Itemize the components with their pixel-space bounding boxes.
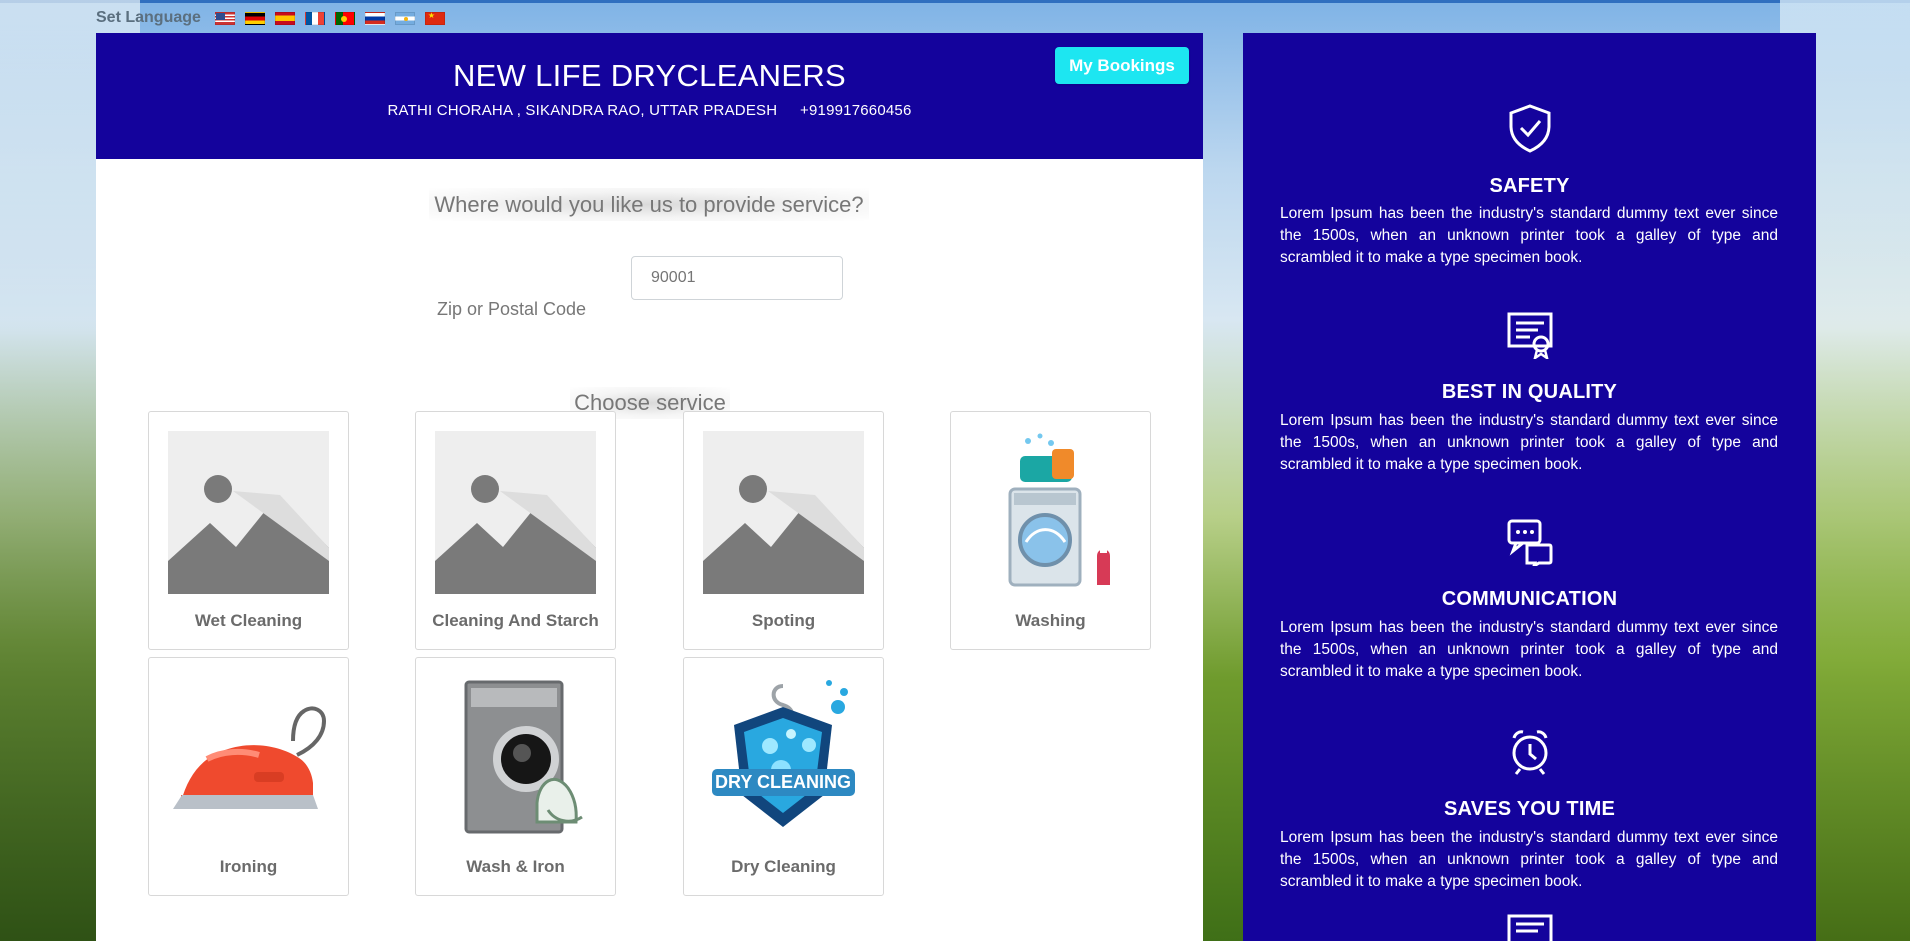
- image-placeholder-icon: [703, 431, 864, 594]
- dry-cleaning-badge-icon: DRY CLEANING: [712, 680, 855, 827]
- argentina-flag-icon[interactable]: [394, 11, 415, 25]
- service-area-question: Where would you like us to provide servi…: [429, 188, 869, 221]
- washing-machine-icon: [1008, 433, 1110, 587]
- feature-title: COMMUNICATION: [1441, 588, 1618, 610]
- feature-title: SAFETY: [1489, 175, 1570, 197]
- zip-label: Zip or Postal Code: [437, 299, 587, 319]
- top-accent-line: [0, 0, 1910, 3]
- zip-input[interactable]: [631, 256, 843, 300]
- washing-machine-iron-icon: [464, 680, 583, 834]
- store-address: RATHI CHORAHA , SIKANDRA RAO, UTTAR PRAD…: [387, 102, 778, 119]
- china-flag-icon[interactable]: [424, 11, 445, 25]
- feature-text: Lorem Ipsum has been the industry's stan…: [1280, 412, 1778, 473]
- store-title: NEW LIFE DRYCLEANERS: [452, 58, 846, 93]
- service-name: Ironing: [219, 857, 278, 876]
- feature-text: Lorem Ipsum has been the industry's stan…: [1280, 829, 1778, 890]
- feature-communication: COMMUNICATION Lorem Ipsum has been the i…: [1243, 485, 1816, 695]
- service-card-wet-cleaning[interactable]: Wet Cleaning: [148, 411, 349, 650]
- service-card-wash-and-iron[interactable]: Wash & Iron: [415, 657, 616, 896]
- feature-title: BEST IN QUALITY: [1441, 381, 1618, 403]
- germany-flag-icon[interactable]: [244, 11, 265, 25]
- service-name: Washing: [1015, 611, 1086, 630]
- service-name: Cleaning And Starch: [432, 611, 599, 630]
- my-bookings-button[interactable]: My Bookings: [1055, 47, 1189, 84]
- service-card-spoting[interactable]: Spoting: [683, 411, 884, 650]
- iron-icon: [173, 706, 327, 809]
- store-address-line: RATHI CHORAHA , SIKANDRA RAO, UTTAR PRAD…: [96, 102, 1203, 119]
- feature-text: Lorem Ipsum has been the industry's stan…: [1280, 205, 1778, 266]
- spain-flag-icon[interactable]: [274, 11, 295, 25]
- store-header: NEW LIFE DRYCLEANERS RATHI CHORAHA , SIK…: [96, 33, 1203, 159]
- feature-title: SAVES YOU TIME: [1444, 798, 1615, 820]
- alarm-clock-icon: [1512, 730, 1548, 775]
- service-name: Spoting: [751, 611, 816, 630]
- feature-text: Lorem Ipsum has been the industry's stan…: [1280, 619, 1778, 680]
- features-panel: SAFETY Lorem Ipsum has been the industry…: [1243, 33, 1816, 941]
- france-flag-icon[interactable]: [304, 11, 325, 25]
- service-name: Dry Cleaning: [731, 857, 836, 876]
- service-card-ironing[interactable]: Ironing: [148, 657, 349, 896]
- service-card-washing[interactable]: Washing: [950, 411, 1151, 650]
- image-placeholder-icon: [435, 431, 596, 594]
- us-flag-icon[interactable]: [214, 11, 235, 25]
- service-name: Wash & Iron: [466, 857, 565, 876]
- russia-flag-icon[interactable]: [364, 11, 385, 25]
- service-card-cleaning-and-starch[interactable]: Cleaning And Starch: [415, 411, 616, 650]
- service-name: Wet Cleaning: [194, 611, 303, 630]
- language-label: Set Language: [96, 9, 201, 26]
- feature-safety: SAFETY Lorem Ipsum has been the industry…: [1243, 71, 1816, 281]
- shield-check-icon: [1509, 104, 1551, 153]
- booking-panel: NEW LIFE DRYCLEANERS RATHI CHORAHA , SIK…: [96, 33, 1203, 941]
- document-icon: [1507, 914, 1553, 941]
- image-placeholder-icon: [168, 431, 329, 594]
- feature-quality: BEST IN QUALITY Lorem Ipsum has been the…: [1243, 278, 1816, 488]
- certificate-icon: [1507, 312, 1553, 359]
- feature-saves-time: SAVES YOU TIME Lorem Ipsum has been the …: [1243, 697, 1816, 907]
- language-bar: Set Language: [96, 8, 445, 28]
- service-card-dry-cleaning[interactable]: DRY CLEANING Dry Cleaning: [683, 657, 884, 896]
- portugal-flag-icon[interactable]: [334, 11, 355, 25]
- chat-bubbles-icon: [1507, 519, 1553, 566]
- store-phone: +919917660456: [800, 102, 912, 119]
- svg-text:DRY CLEANING: DRY CLEANING: [715, 772, 851, 792]
